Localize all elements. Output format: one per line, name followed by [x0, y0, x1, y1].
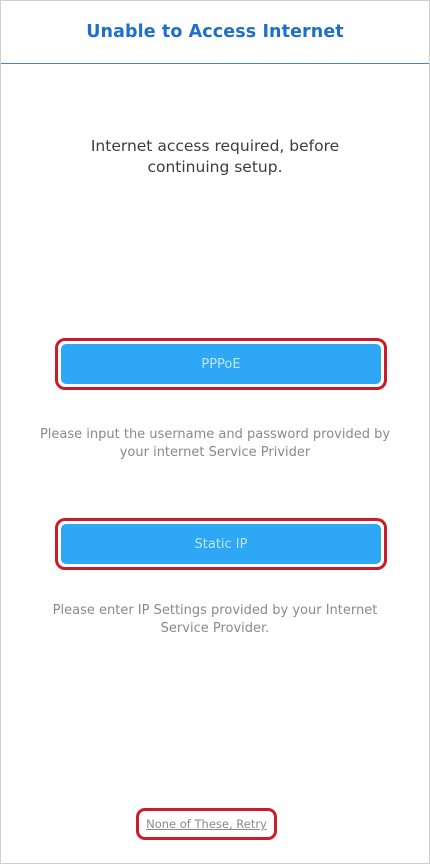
intro-message: Internet access required, before continu…: [90, 137, 340, 176]
static-ip-button[interactable]: Static IP: [61, 524, 381, 564]
header-bar: Unable to Access Internet: [1, 1, 429, 64]
retry-highlight-outline: None of These, Retry: [136, 808, 277, 840]
static-ip-hint: Please enter IP Settings provided by you…: [52, 603, 378, 636]
pppoe-button[interactable]: PPPoE: [61, 344, 381, 384]
setup-screen: Unable to Access Internet Internet acces…: [0, 0, 430, 864]
pppoe-highlight-outline: PPPoE: [55, 338, 387, 390]
static-ip-highlight-outline: Static IP: [55, 518, 387, 570]
page-title: Unable to Access Internet: [86, 22, 344, 42]
pppoe-hint: Please input the username and password p…: [39, 427, 391, 460]
retry-link[interactable]: None of These, Retry: [146, 817, 267, 831]
